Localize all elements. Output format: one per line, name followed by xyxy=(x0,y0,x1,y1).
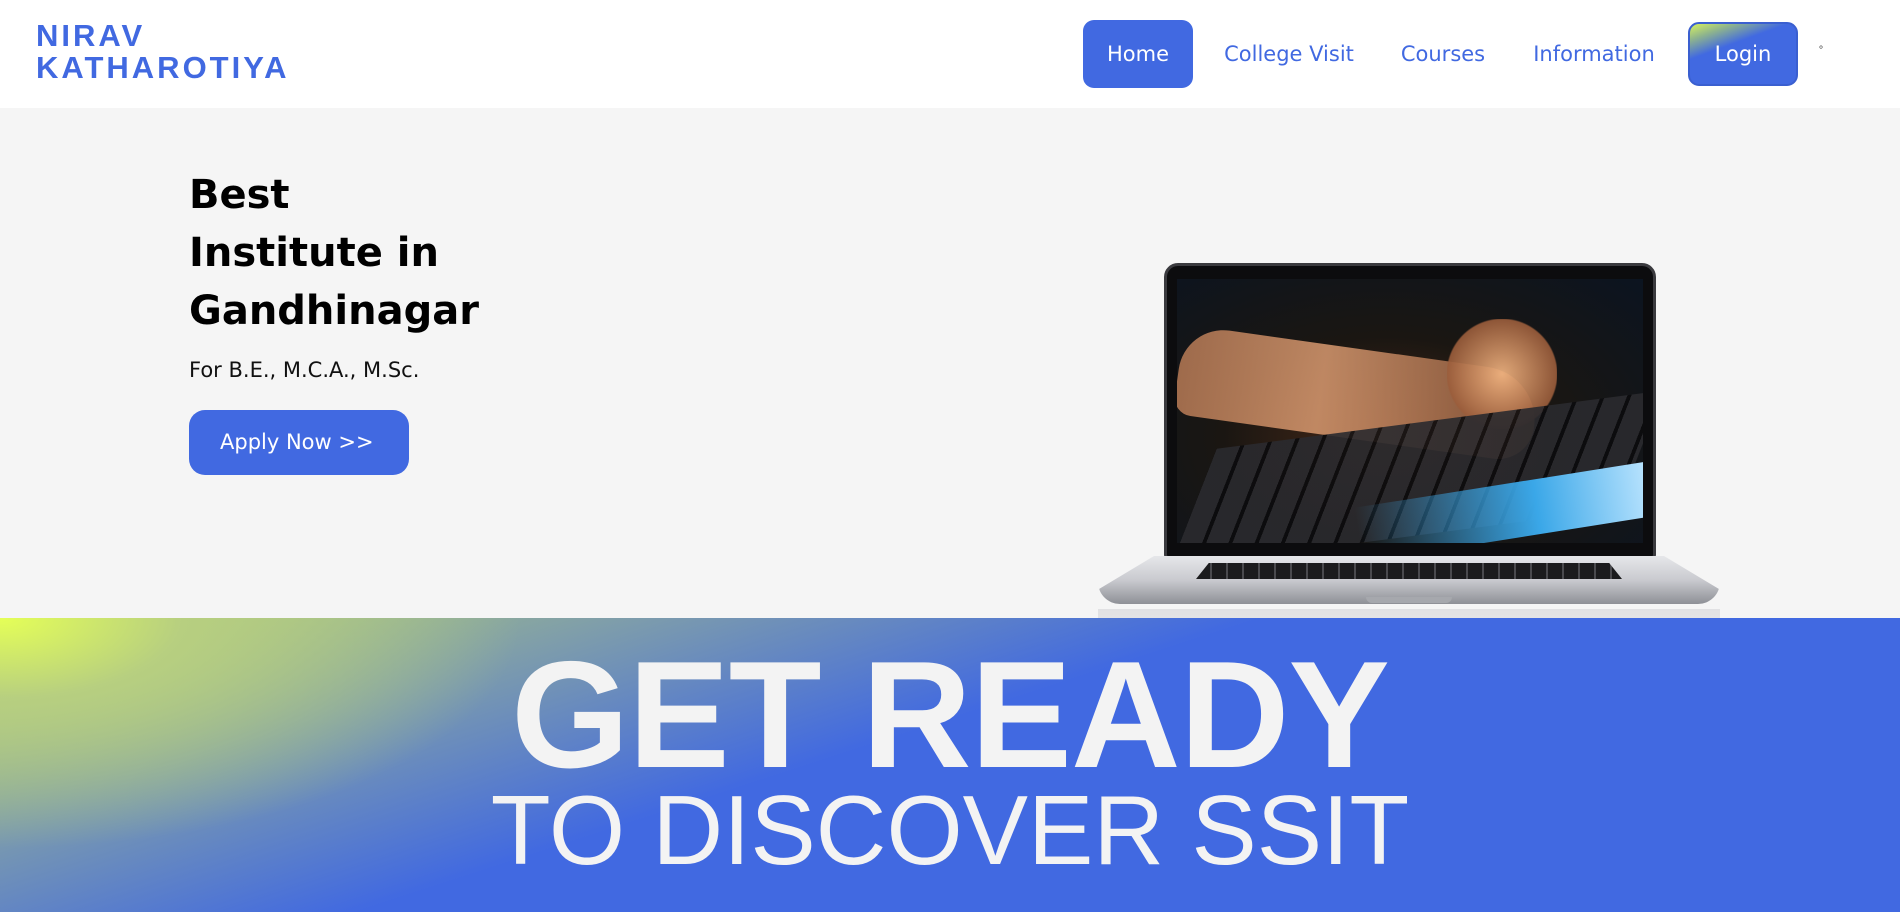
main-nav: Home College Visit Courses Information xyxy=(0,20,1900,88)
laptop-lid xyxy=(1164,263,1656,559)
hero-title: Best Institute in Gandhinagar xyxy=(189,166,509,340)
hero-title-line: Institute in xyxy=(189,230,439,276)
discover-banner: GET READY TO DISCOVER SSIT xyxy=(0,618,1900,912)
hero-section: Best Institute in Gandhinagar For B.E., … xyxy=(0,108,1900,679)
nav-information[interactable]: Information xyxy=(1526,20,1662,88)
banner-headline: GET READY xyxy=(511,630,1390,800)
apply-now-button[interactable]: Apply Now >> xyxy=(189,410,409,475)
theme-toggle-icon[interactable]: ° xyxy=(1815,45,1827,57)
laptop-notch xyxy=(1366,597,1452,603)
hero-title-line: Best xyxy=(189,172,290,218)
nav-home[interactable]: Home xyxy=(1083,20,1193,88)
site-header: NIRAV KATHAROTIYA Home College Visit Cou… xyxy=(0,0,1900,108)
banner-subheadline: TO DISCOVER SSIT xyxy=(490,775,1410,885)
hero-title-line: Gandhinagar xyxy=(189,288,479,334)
login-button[interactable]: Login xyxy=(1688,22,1798,86)
hero-subtitle: For B.E., M.C.A., M.Sc. xyxy=(189,358,420,382)
laptop-keyboard xyxy=(1196,563,1622,579)
nav-courses[interactable]: Courses xyxy=(1395,20,1491,88)
laptop-screen xyxy=(1177,279,1643,543)
nav-college-visit[interactable]: College Visit xyxy=(1218,20,1360,88)
